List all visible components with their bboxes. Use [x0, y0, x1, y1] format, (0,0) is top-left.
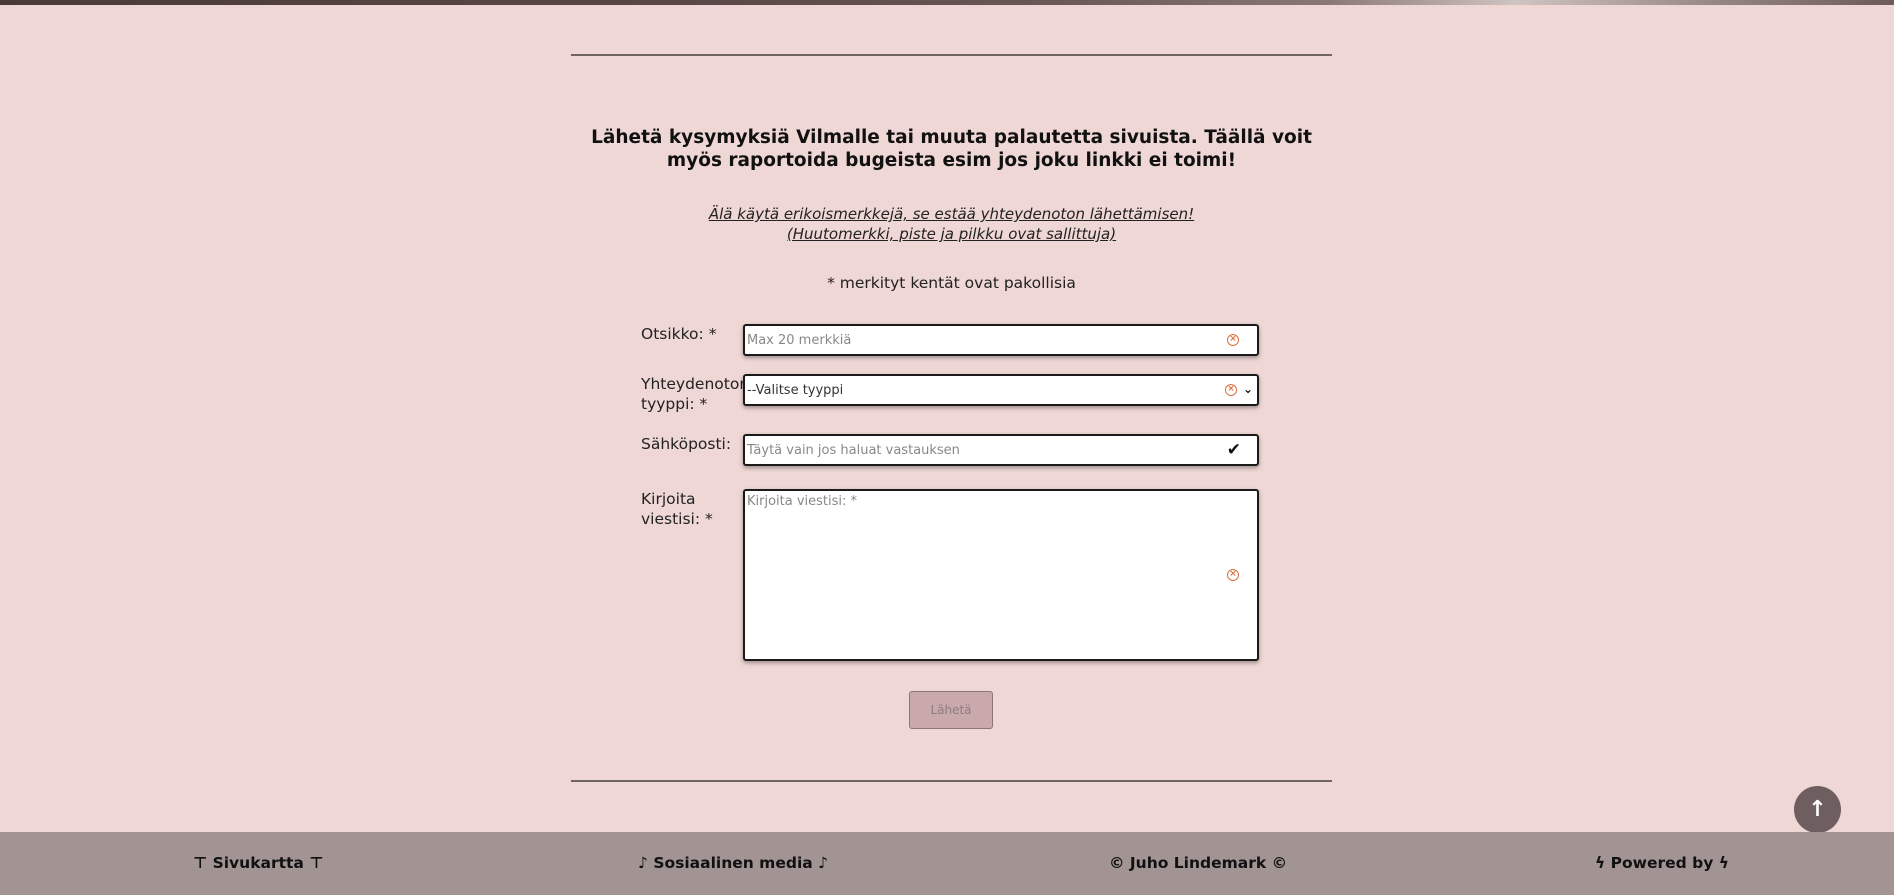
- submit-button[interactable]: Lähetä: [909, 691, 993, 729]
- arrow-up-icon: ↑: [1808, 797, 1827, 822]
- scroll-to-top-button[interactable]: ↑: [1794, 786, 1841, 833]
- chevron-down-icon[interactable]: ⌄: [1243, 382, 1253, 396]
- title-label: Otsikko: *: [641, 325, 717, 343]
- bell-icon: ♪: [638, 854, 648, 872]
- footer-sitemap-link[interactable]: ⊤ Sivukartta ⊤: [193, 854, 323, 872]
- copyright-icon: ©: [1271, 854, 1288, 872]
- copyright-icon: ©: [1109, 854, 1125, 872]
- title-input[interactable]: [747, 326, 1207, 354]
- footer-social-link[interactable]: ♪ Sosiaalinen media ♪: [638, 854, 828, 872]
- email-field[interactable]: ✔: [743, 434, 1259, 466]
- warning-line-2: (Huutomerkki, piste ja pilkku ovat salli…: [786, 225, 1117, 243]
- contact-heading: Lähetä kysymyksiä Vilmalle tai muuta pal…: [591, 127, 1312, 171]
- check-icon: ✔: [1226, 440, 1241, 460]
- required-fields-note: * merkityt kentät ovat pakollisia: [827, 274, 1076, 292]
- message-label-line-2: viestisi: *: [641, 510, 713, 528]
- email-label: Sähköposti:: [641, 435, 732, 453]
- type-select[interactable]: --Valitse tyyppi: [747, 376, 1217, 404]
- error-circle-icon: ×: [1225, 384, 1237, 396]
- bolt-icon: ϟ: [1718, 854, 1729, 872]
- warning-line-1: Älä käytä erikoismerkkejä, se estää yhte…: [708, 205, 1195, 223]
- title-field[interactable]: ×: [743, 324, 1259, 356]
- message-textarea[interactable]: [747, 494, 1207, 654]
- type-label-line-2: tyyppi: *: [641, 395, 708, 413]
- message-label-line-1: Kirjoita: [641, 490, 696, 508]
- sitemap-icon: ⊤: [193, 854, 208, 872]
- footer-copyright-label: Juho Lindemark: [1129, 854, 1267, 872]
- special-chars-warning: Älä käytä erikoismerkkejä, se estää yhte…: [571, 204, 1332, 244]
- footer-sitemap-label: Sivukartta: [212, 854, 304, 872]
- footer-powered-link[interactable]: ϟ Powered by ϟ: [1595, 854, 1729, 872]
- error-circle-icon: ×: [1227, 334, 1239, 346]
- footer-powered-label: Powered by: [1610, 854, 1714, 872]
- message-field[interactable]: ×: [743, 489, 1259, 661]
- footer: ⊤ Sivukartta ⊤ ♪ Sosiaalinen media ♪ © J…: [0, 832, 1894, 895]
- error-circle-icon: ×: [1227, 569, 1239, 581]
- type-label-line-1: Yhteydenoton: [641, 375, 750, 393]
- header-image-strip: [0, 0, 1894, 5]
- sitemap-icon: ⊤: [309, 854, 324, 872]
- bolt-icon: ϟ: [1595, 854, 1606, 872]
- footer-copyright[interactable]: © Juho Lindemark ©: [1109, 854, 1287, 872]
- type-select-field[interactable]: --Valitse tyyppi × ⌄: [743, 374, 1259, 406]
- message-label: Kirjoita viestisi: *: [641, 489, 713, 529]
- type-label: Yhteydenoton tyyppi: *: [641, 374, 749, 414]
- bell-icon: ♪: [818, 854, 829, 872]
- email-input[interactable]: [747, 436, 1207, 464]
- top-divider: [571, 54, 1332, 56]
- bottom-divider: [571, 780, 1332, 782]
- footer-social-label: Sosiaalinen media: [653, 854, 813, 872]
